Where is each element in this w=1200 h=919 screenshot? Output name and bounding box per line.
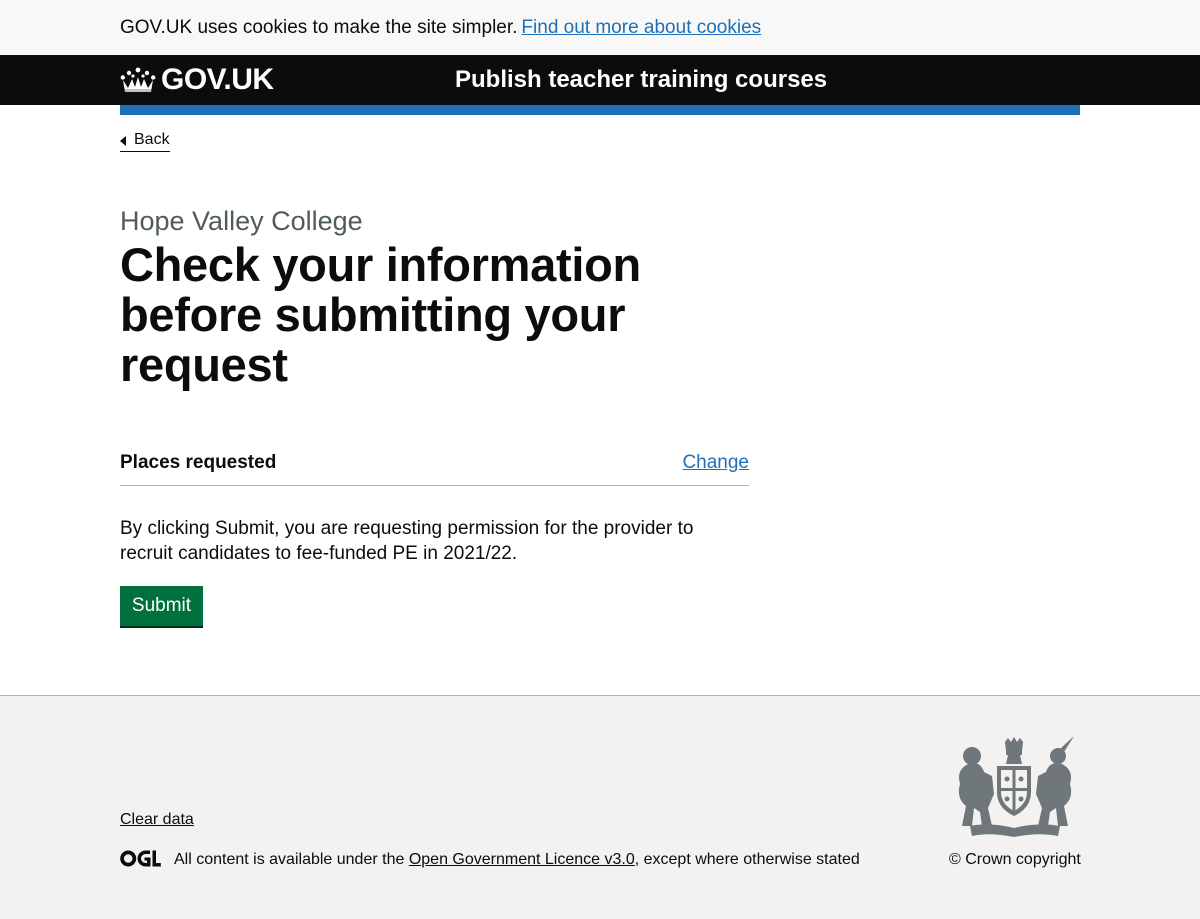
submit-button[interactable]: Submit [120,586,203,626]
back-link[interactable]: Back [120,130,170,152]
page-title: Check your information before submitting… [120,238,641,391]
clear-data-link[interactable]: Clear data [120,810,194,830]
back-link-label: Back [134,131,170,148]
service-name-link[interactable]: Publish teacher training courses [455,67,827,93]
crown-icon [120,67,156,92]
royal-coat-of-arms-icon [950,736,1080,843]
summary-row-places-requested: Places requested Change [120,446,749,486]
cookie-banner-content: GOV.UK uses cookies to make the site sim… [120,16,761,40]
licence-text: All content is available under the Open … [174,850,860,870]
crown-copyright-link[interactable]: © Crown copyright [949,850,1081,870]
change-link[interactable]: Change [682,451,749,475]
cookie-banner: GOV.UK uses cookies to make the site sim… [0,0,1200,55]
ogl-licence-link[interactable]: Open Government Licence v3.0 [409,851,635,868]
licence-prefix: All content is available under the [174,851,405,868]
govuk-logo-text: GOV.UK [161,63,274,96]
back-chevron-icon [120,136,126,146]
cookie-info-link[interactable]: Find out more about cookies [521,17,761,38]
site-header: GOV.UK Publish teacher training courses [0,55,1200,105]
ogl-logo [120,850,161,867]
govuk-logo-link[interactable]: GOV.UK [120,64,274,96]
cookie-message: GOV.UK uses cookies to make the site sim… [120,17,518,38]
summary-key: Places requested [120,452,277,473]
licence-suffix: , except where otherwise stated [634,851,860,868]
submit-notice: By clicking Submit, you are requesting p… [120,518,694,564]
header-blue-stripe [120,105,1080,115]
page-caption: Hope Valley College [120,206,363,236]
ogl-logo-icon [120,850,161,867]
site-footer: Clear data All content is available unde… [0,695,1200,919]
